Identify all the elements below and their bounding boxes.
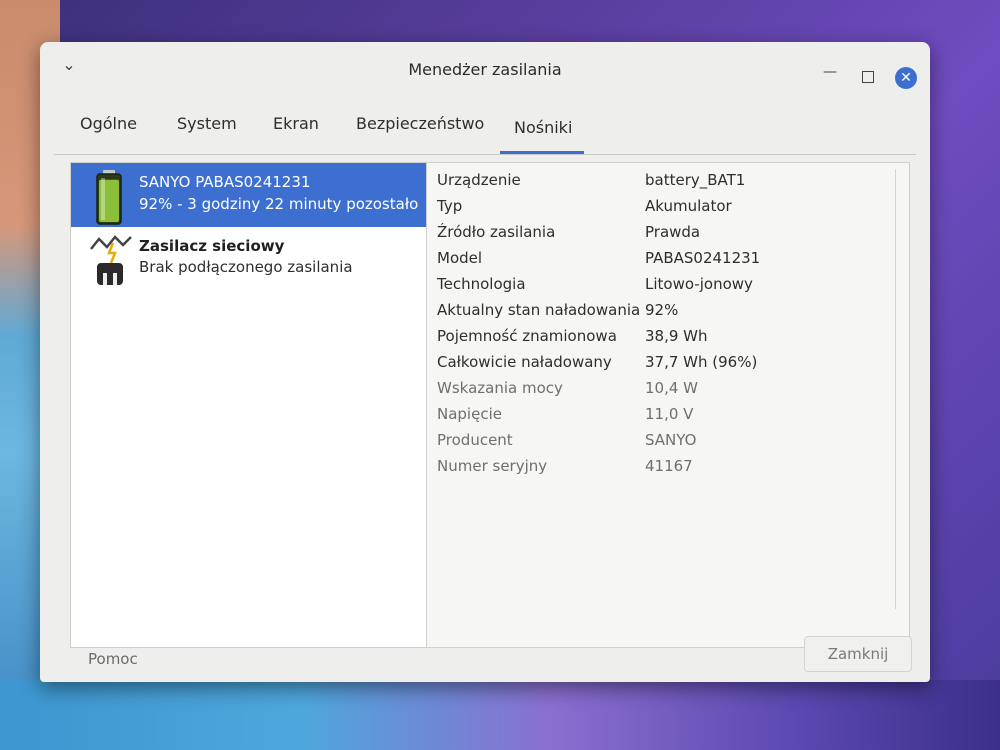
tab-ogolne[interactable]: Ogólne [80,114,137,133]
property-value: 38,9 Wh [645,327,708,345]
tab-bezpieczenstwo[interactable]: Bezpieczeństwo [356,114,484,133]
power-plug-icon [89,233,132,289]
property-value: 11,0 V [645,405,694,423]
property-row: Urządzenie battery_BAT1 [431,167,901,193]
property-key: Typ [437,197,463,215]
device-properties: Urządzenie battery_BAT1 Typ Akumulator Ź… [431,167,901,597]
window-title: Menedżer zasilania [408,60,562,79]
tab-nosniki[interactable]: Nośniki [514,118,572,137]
property-key: Technologia [437,275,526,293]
property-value: 37,7 Wh (96%) [645,353,758,371]
property-key: Wskazania mocy [437,379,563,397]
power-manager-window: ⌄ Menedżer zasilania — ✕ Ogólne System E… [40,42,930,682]
desktop-wallpaper-bottom [0,680,1000,750]
property-row: Producent SANYO [431,427,901,453]
active-tab-indicator [500,151,584,154]
device-status: Brak podłączonego zasilania [139,258,353,276]
property-row: Model PABAS0241231 [431,245,901,271]
property-value: battery_BAT1 [645,171,746,189]
property-key: Aktualny stan naładowania [437,301,641,319]
property-row: Pojemność znamionowa 38,9 Wh [431,323,901,349]
close-button[interactable]: Zamknij [804,636,912,672]
minimize-icon[interactable]: — [822,64,838,80]
property-row: Numer seryjny 41167 [431,453,901,479]
device-name: SANYO PABAS0241231 [139,173,311,191]
properties-scrollbar[interactable] [895,169,896,609]
property-value: SANYO [645,431,697,449]
device-name: Zasilacz sieciowy [139,237,285,255]
tab-system[interactable]: System [177,114,237,133]
property-value: 10,4 W [645,379,698,397]
property-value: 92% [645,301,679,319]
tab-bar: Ogólne System Ekran Bezpieczeństwo Nośni… [54,98,916,155]
device-item-battery[interactable]: SANYO PABAS0241231 92% - 3 godziny 22 mi… [71,163,426,227]
battery-icon [89,169,129,225]
property-key: Model [437,249,483,267]
maximize-icon[interactable] [862,71,874,83]
property-row: Aktualny stan naładowania 92% [431,297,901,323]
help-button[interactable]: Pomoc [88,650,138,668]
property-key: Źródło zasilania [437,223,556,241]
property-value: Litowo-jonowy [645,275,753,293]
property-row: Źródło zasilania Prawda [431,219,901,245]
property-key: Producent [437,431,513,449]
property-value: 41167 [645,457,693,475]
title-bar: ⌄ Menedżer zasilania — ✕ [40,42,930,98]
device-list: SANYO PABAS0241231 92% - 3 godziny 22 mi… [71,163,427,647]
devices-panel: SANYO PABAS0241231 92% - 3 godziny 22 mi… [70,162,910,648]
property-value: Prawda [645,223,701,241]
property-value: PABAS0241231 [645,249,761,267]
property-key: Całkowicie naładowany [437,353,612,371]
property-key: Pojemność znamionowa [437,327,617,345]
property-key: Numer seryjny [437,457,548,475]
device-status: 92% - 3 godziny 22 minuty pozostało [139,195,419,213]
property-key: Napięcie [437,405,502,423]
property-row: Wskazania mocy 10,4 W [431,375,901,401]
property-row: Całkowicie naładowany 37,7 Wh (96%) [431,349,901,375]
property-row: Typ Akumulator [431,193,901,219]
property-row: Technologia Litowo-jonowy [431,271,901,297]
device-item-ac-adapter[interactable]: Zasilacz sieciowy Brak podłączonego zasi… [71,227,426,291]
property-key: Urządzenie [437,171,521,189]
property-value: Akumulator [645,197,732,215]
close-icon[interactable]: ✕ [895,67,917,89]
tab-ekran[interactable]: Ekran [273,114,319,133]
property-row: Napięcie 11,0 V [431,401,901,427]
